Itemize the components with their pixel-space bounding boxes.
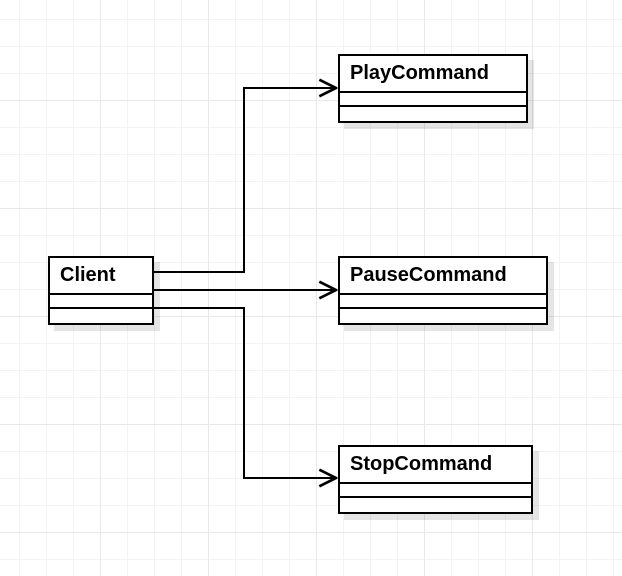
class-play-command[interactable]: PlayCommand xyxy=(338,54,528,123)
class-pause-command-title: PauseCommand xyxy=(340,258,546,293)
diagram-canvas: Client PlayCommand PauseCommand StopComm… xyxy=(0,0,622,576)
class-stop-command-ops xyxy=(340,496,531,512)
class-play-command-attrs xyxy=(340,91,526,105)
edge-client-to-stop xyxy=(154,308,336,478)
class-play-command-title: PlayCommand xyxy=(340,56,526,91)
class-play-command-ops xyxy=(340,105,526,121)
class-client[interactable]: Client xyxy=(48,256,154,325)
class-stop-command-attrs xyxy=(340,482,531,496)
class-pause-command-attrs xyxy=(340,293,546,307)
edge-client-to-play xyxy=(154,88,336,272)
class-pause-command-ops xyxy=(340,307,546,323)
class-client-title: Client xyxy=(50,258,152,293)
class-client-ops xyxy=(50,307,152,323)
class-stop-command[interactable]: StopCommand xyxy=(338,445,533,514)
class-stop-command-title: StopCommand xyxy=(340,447,531,482)
class-pause-command[interactable]: PauseCommand xyxy=(338,256,548,325)
class-client-attrs xyxy=(50,293,152,307)
